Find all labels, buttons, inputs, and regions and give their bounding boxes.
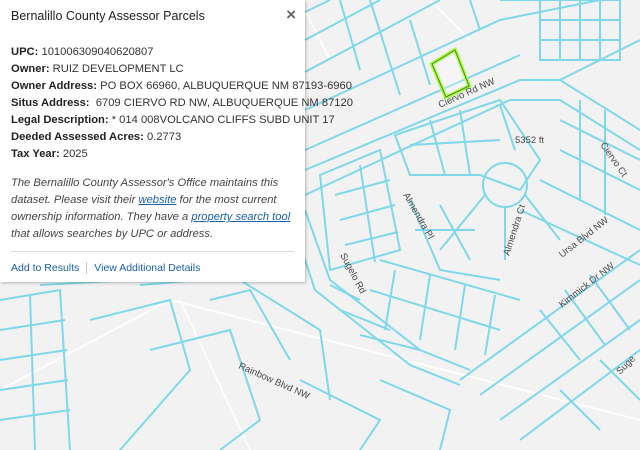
field-label: Owner: bbox=[11, 63, 50, 75]
popup-actions: Add to Results View Additional Details bbox=[11, 252, 294, 277]
field-value: 6709 CIERVO RD NW, ALBUQUERQUE NM 87120 bbox=[95, 97, 353, 109]
field-value: 0.2773 bbox=[146, 131, 182, 143]
field-label: Legal Description: bbox=[11, 114, 109, 126]
popup-title: Bernalillo County Assessor Parcels bbox=[11, 9, 205, 23]
field-label: Owner Address: bbox=[11, 80, 97, 92]
field-value: * 014 008VOLCANO CLIFFS SUBD UNIT 17 bbox=[111, 114, 335, 126]
dataset-note: The Bernalillo County Assessor's Office … bbox=[11, 175, 294, 243]
add-to-results-link[interactable]: Add to Results bbox=[11, 262, 79, 274]
field-deeded-acres: Deeded Assessed Acres: 0.2773 bbox=[11, 129, 294, 146]
popup-header: Bernalillo County Assessor Parcels × bbox=[0, 0, 305, 32]
field-legal-description: Legal Description: * 014 008VOLCANO CLIF… bbox=[11, 112, 335, 129]
field-value: RUIZ DEVELOPMENT LC bbox=[52, 63, 184, 75]
field-label: Tax Year: bbox=[11, 148, 60, 160]
note-text-3: that allows searches by UPC or address. bbox=[11, 228, 214, 240]
field-situs-address: Situs Address: 6709 CIERVO RD NW, ALBUQU… bbox=[11, 95, 353, 112]
field-value: 2025 bbox=[62, 148, 88, 160]
property-search-tool-link[interactable]: property search tool bbox=[191, 211, 290, 223]
field-value: 101006309040620807 bbox=[41, 46, 154, 58]
field-value: PO BOX 66960, ALBUQUERQUE NM 87193-6960 bbox=[100, 80, 352, 92]
field-owner: Owner: RUIZ DEVELOPMENT LC bbox=[11, 61, 294, 78]
field-label: Situs Address: bbox=[11, 97, 90, 109]
popup-body: UPC: 101006309040620807 Owner: RUIZ DEVE… bbox=[0, 32, 353, 277]
close-icon[interactable]: × bbox=[286, 4, 296, 26]
elevation-label: 5352 ft bbox=[515, 135, 544, 146]
view-additional-details-link[interactable]: View Additional Details bbox=[94, 262, 200, 274]
action-separator bbox=[86, 262, 88, 275]
field-tax-year: Tax Year: 2025 bbox=[11, 146, 294, 163]
field-label: Deeded Assessed Acres: bbox=[11, 131, 144, 143]
field-owner-address: Owner Address: PO BOX 66960, ALBUQUERQUE… bbox=[11, 78, 352, 95]
field-upc: UPC: 101006309040620807 bbox=[11, 44, 294, 61]
parcel-info-popup: Bernalillo County Assessor Parcels × UPC… bbox=[0, 0, 353, 282]
field-label: UPC: bbox=[11, 46, 39, 58]
website-link[interactable]: website bbox=[138, 194, 176, 206]
